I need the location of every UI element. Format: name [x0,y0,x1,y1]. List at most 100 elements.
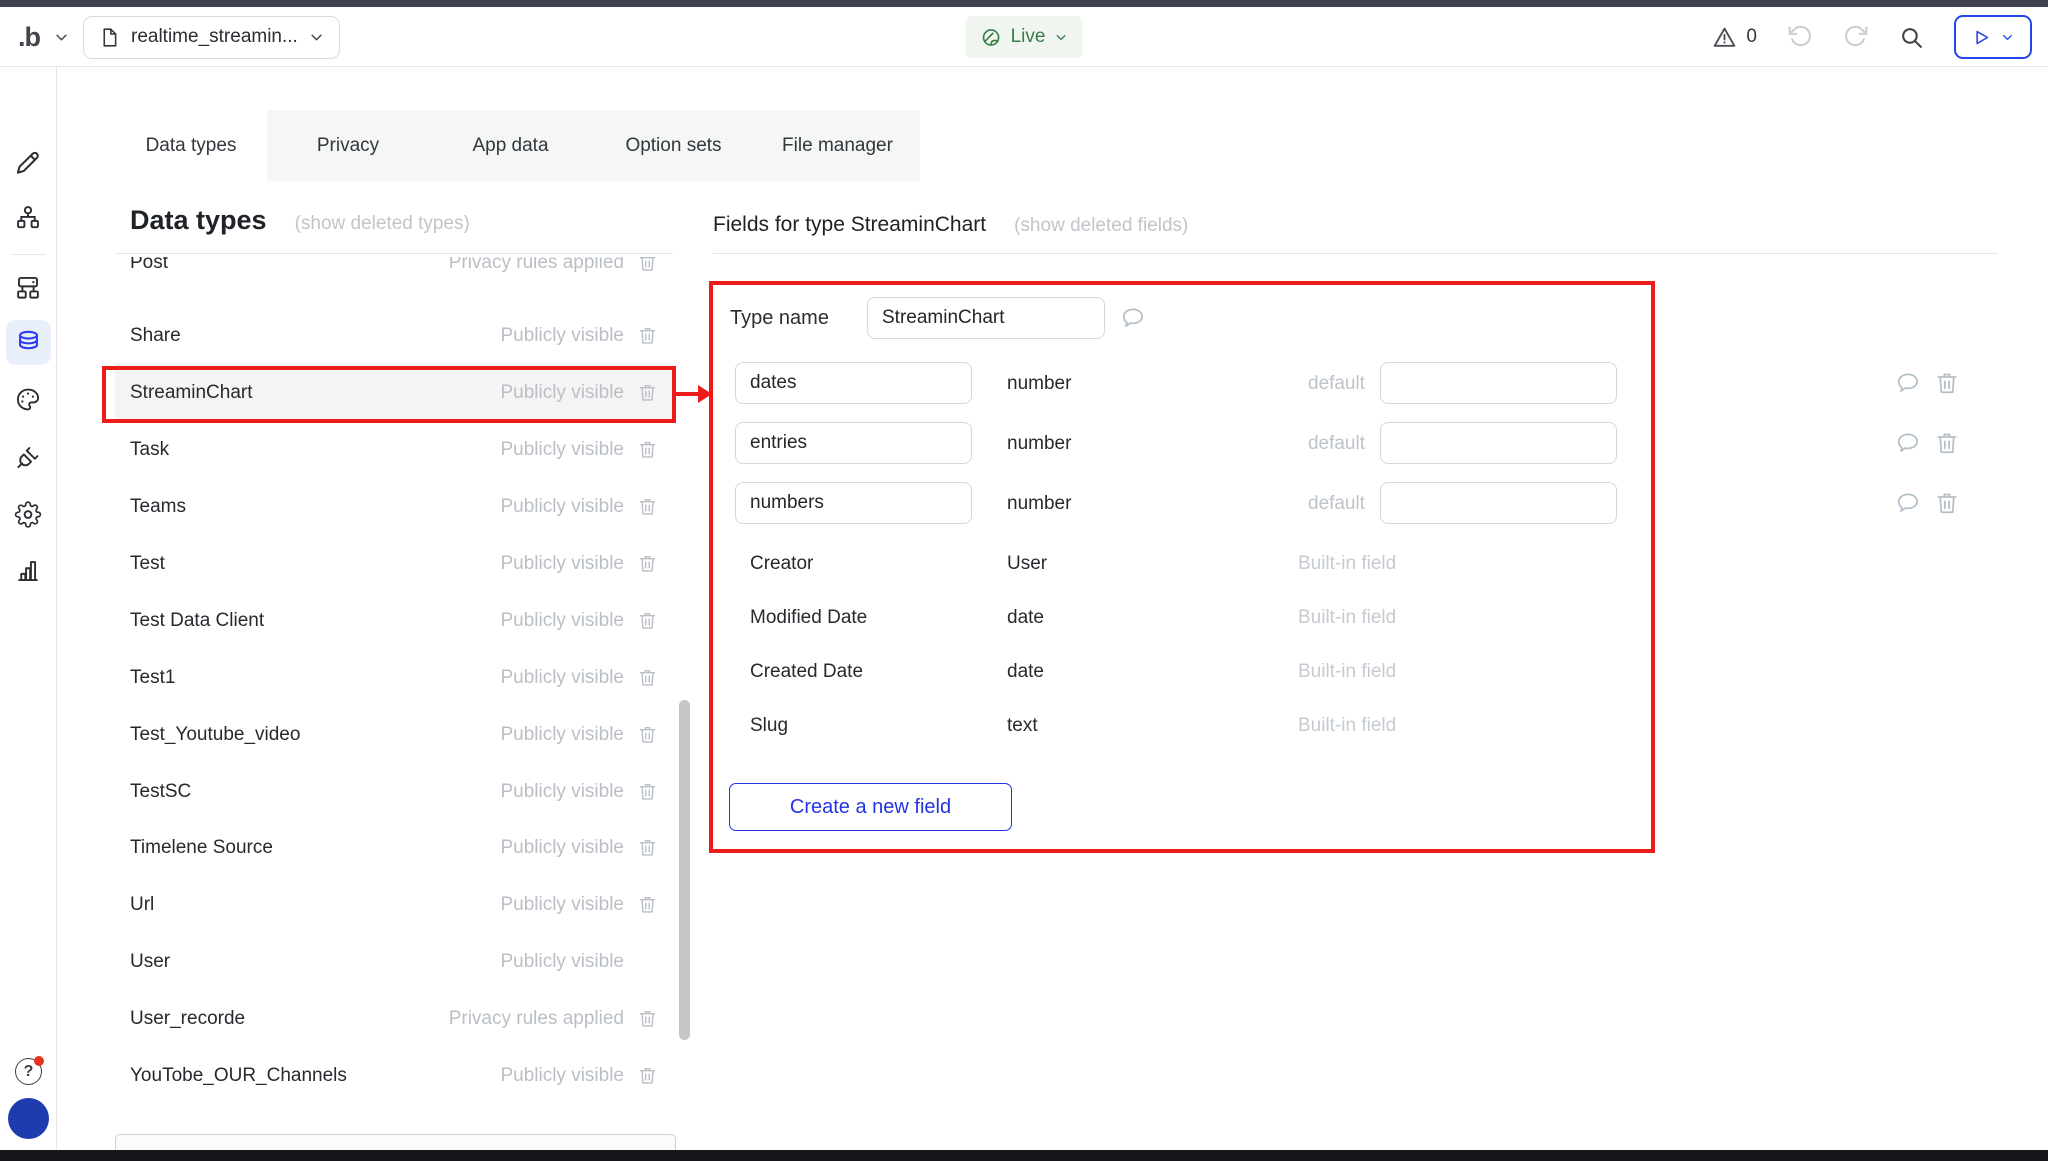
left-panel-divider [115,253,673,254]
trash-icon[interactable] [637,439,658,460]
datatype-name: Test [130,553,500,575]
sidebar-item-data-active[interactable] [6,320,51,365]
preview-chevron-down-icon [2001,31,2014,44]
field-type: number [1007,433,1071,455]
datatype-name: User_recorde [130,1008,449,1030]
bubble-logo[interactable]: .b [18,22,40,53]
search-icon[interactable] [1899,25,1924,50]
status-badge: Privacy rules applied [449,1008,624,1030]
type-name-input[interactable] [867,297,1105,339]
tab-app-data[interactable]: App data [429,110,592,181]
app-chevron-down-icon [309,30,324,45]
design-pencil-icon[interactable] [15,149,42,176]
builtin-field-type: date [1007,661,1044,683]
trash-icon[interactable] [637,496,658,517]
plugins-plug-icon[interactable] [15,444,42,471]
preview-button[interactable] [1954,15,2032,59]
trash-icon[interactable] [637,610,658,631]
list-item-task[interactable]: Task Publicly visible [115,421,673,478]
trash-icon[interactable] [637,781,658,802]
annotation-arrow [676,392,699,396]
list-item-testsc[interactable]: TestSC Publicly visible [115,763,673,820]
builtin-field-name: Slug [750,715,788,737]
datatype-name: YouTobe_OUR_Channels [130,1065,500,1087]
backend-icon[interactable] [15,274,42,301]
list-item-test-youtube-video[interactable]: Test_Youtube_video Publicly visible [115,706,673,763]
environment-selector[interactable]: Live [966,16,1083,58]
trash-icon[interactable] [637,724,658,745]
status-badge: Publicly visible [500,325,624,347]
list-item-share[interactable]: Share Publicly visible [115,307,673,364]
trash-icon[interactable] [637,553,658,574]
trash-icon[interactable] [637,894,658,915]
status-badge: Publicly visible [500,1065,624,1087]
list-item-streaminchart-selected[interactable]: StreaminChart Publicly visible [115,364,673,421]
app-selector-button[interactable]: realtime_streamin... [83,16,340,59]
redo-icon[interactable] [1843,22,1869,48]
list-item-test-data-client[interactable]: Test Data Client Publicly visible [115,592,673,649]
warning-icon [1712,25,1737,50]
list-item-timelene-source[interactable]: Timelene Source Publicly visible [115,819,673,876]
field-type: number [1007,493,1071,515]
avatar[interactable] [8,1098,49,1139]
trash-icon[interactable] [1934,490,1960,516]
tab-option-sets[interactable]: Option sets [592,110,755,181]
list-item-post[interactable]: Post Privacy rules applied [115,257,673,291]
comment-icon[interactable] [1895,430,1921,456]
create-new-field-button[interactable]: Create a new field [729,783,1012,831]
datatype-name: Post [130,257,449,274]
trash-icon[interactable] [637,382,658,403]
list-item-url[interactable]: Url Publicly visible [115,876,673,933]
settings-gear-icon[interactable] [15,501,42,528]
trash-icon[interactable] [637,325,658,346]
builtin-field-name: Creator [750,553,813,575]
type-name-label: Type name [730,307,829,330]
trash-icon[interactable] [1934,370,1960,396]
issues-indicator[interactable]: 0 [1712,25,1757,50]
default-value-input[interactable] [1380,482,1617,524]
logo-chevron-down-icon[interactable] [54,30,69,45]
environment-chevron-down-icon [1054,31,1067,44]
list-item-youtobe-our-channels[interactable]: YouTobe_OUR_Channels Publicly visible [115,1047,673,1104]
trash-icon[interactable] [1934,430,1960,456]
field-type: number [1007,373,1071,395]
tab-privacy[interactable]: Privacy [267,110,429,181]
show-deleted-types-link[interactable]: (show deleted types) [295,213,470,235]
list-item-teams[interactable]: Teams Publicly visible [115,478,673,535]
trash-icon[interactable] [637,1065,658,1086]
default-label: default [1275,493,1365,515]
show-deleted-fields-link[interactable]: (show deleted fields) [1014,215,1188,237]
styles-palette-icon[interactable] [15,386,42,413]
comment-icon[interactable] [1895,490,1921,516]
default-value-input[interactable] [1380,362,1617,404]
trash-icon[interactable] [637,667,658,688]
trash-icon[interactable] [637,1008,658,1029]
list-item-user-recorde[interactable]: User_recorde Privacy rules applied [115,990,673,1047]
help-button[interactable]: ? [15,1058,42,1085]
status-badge: Publicly visible [500,724,624,746]
data-tab-content: Data types Privacy App data Option sets … [57,67,2048,1161]
tab-data-types[interactable]: Data types [115,110,267,181]
datatype-list: Post Privacy rules applied Share Publicl… [115,257,673,1134]
comment-icon[interactable] [1895,370,1921,396]
page-title: Data types [130,205,267,236]
list-scrollbar[interactable] [679,700,690,1040]
tab-file-manager[interactable]: File manager [755,110,920,181]
comment-icon[interactable] [1120,305,1146,331]
datatype-name: Test Data Client [130,610,500,632]
list-item-user[interactable]: User Publicly visible [115,933,673,990]
database-icon [15,329,42,356]
data-section-tabs: Data types Privacy App data Option sets … [115,110,920,181]
field-name-input[interactable] [735,482,972,524]
list-item-test[interactable]: Test Publicly visible [115,535,673,592]
logs-chart-icon[interactable] [15,557,42,584]
workflow-icon[interactable] [15,204,42,231]
status-badge: Publicly visible [500,382,624,404]
field-name-input[interactable] [735,362,972,404]
default-value-input[interactable] [1380,422,1617,464]
trash-icon[interactable] [637,837,658,858]
trash-icon[interactable] [637,257,658,273]
field-name-input[interactable] [735,422,972,464]
list-item-test1[interactable]: Test1 Publicly visible [115,649,673,706]
undo-icon[interactable] [1787,22,1813,48]
